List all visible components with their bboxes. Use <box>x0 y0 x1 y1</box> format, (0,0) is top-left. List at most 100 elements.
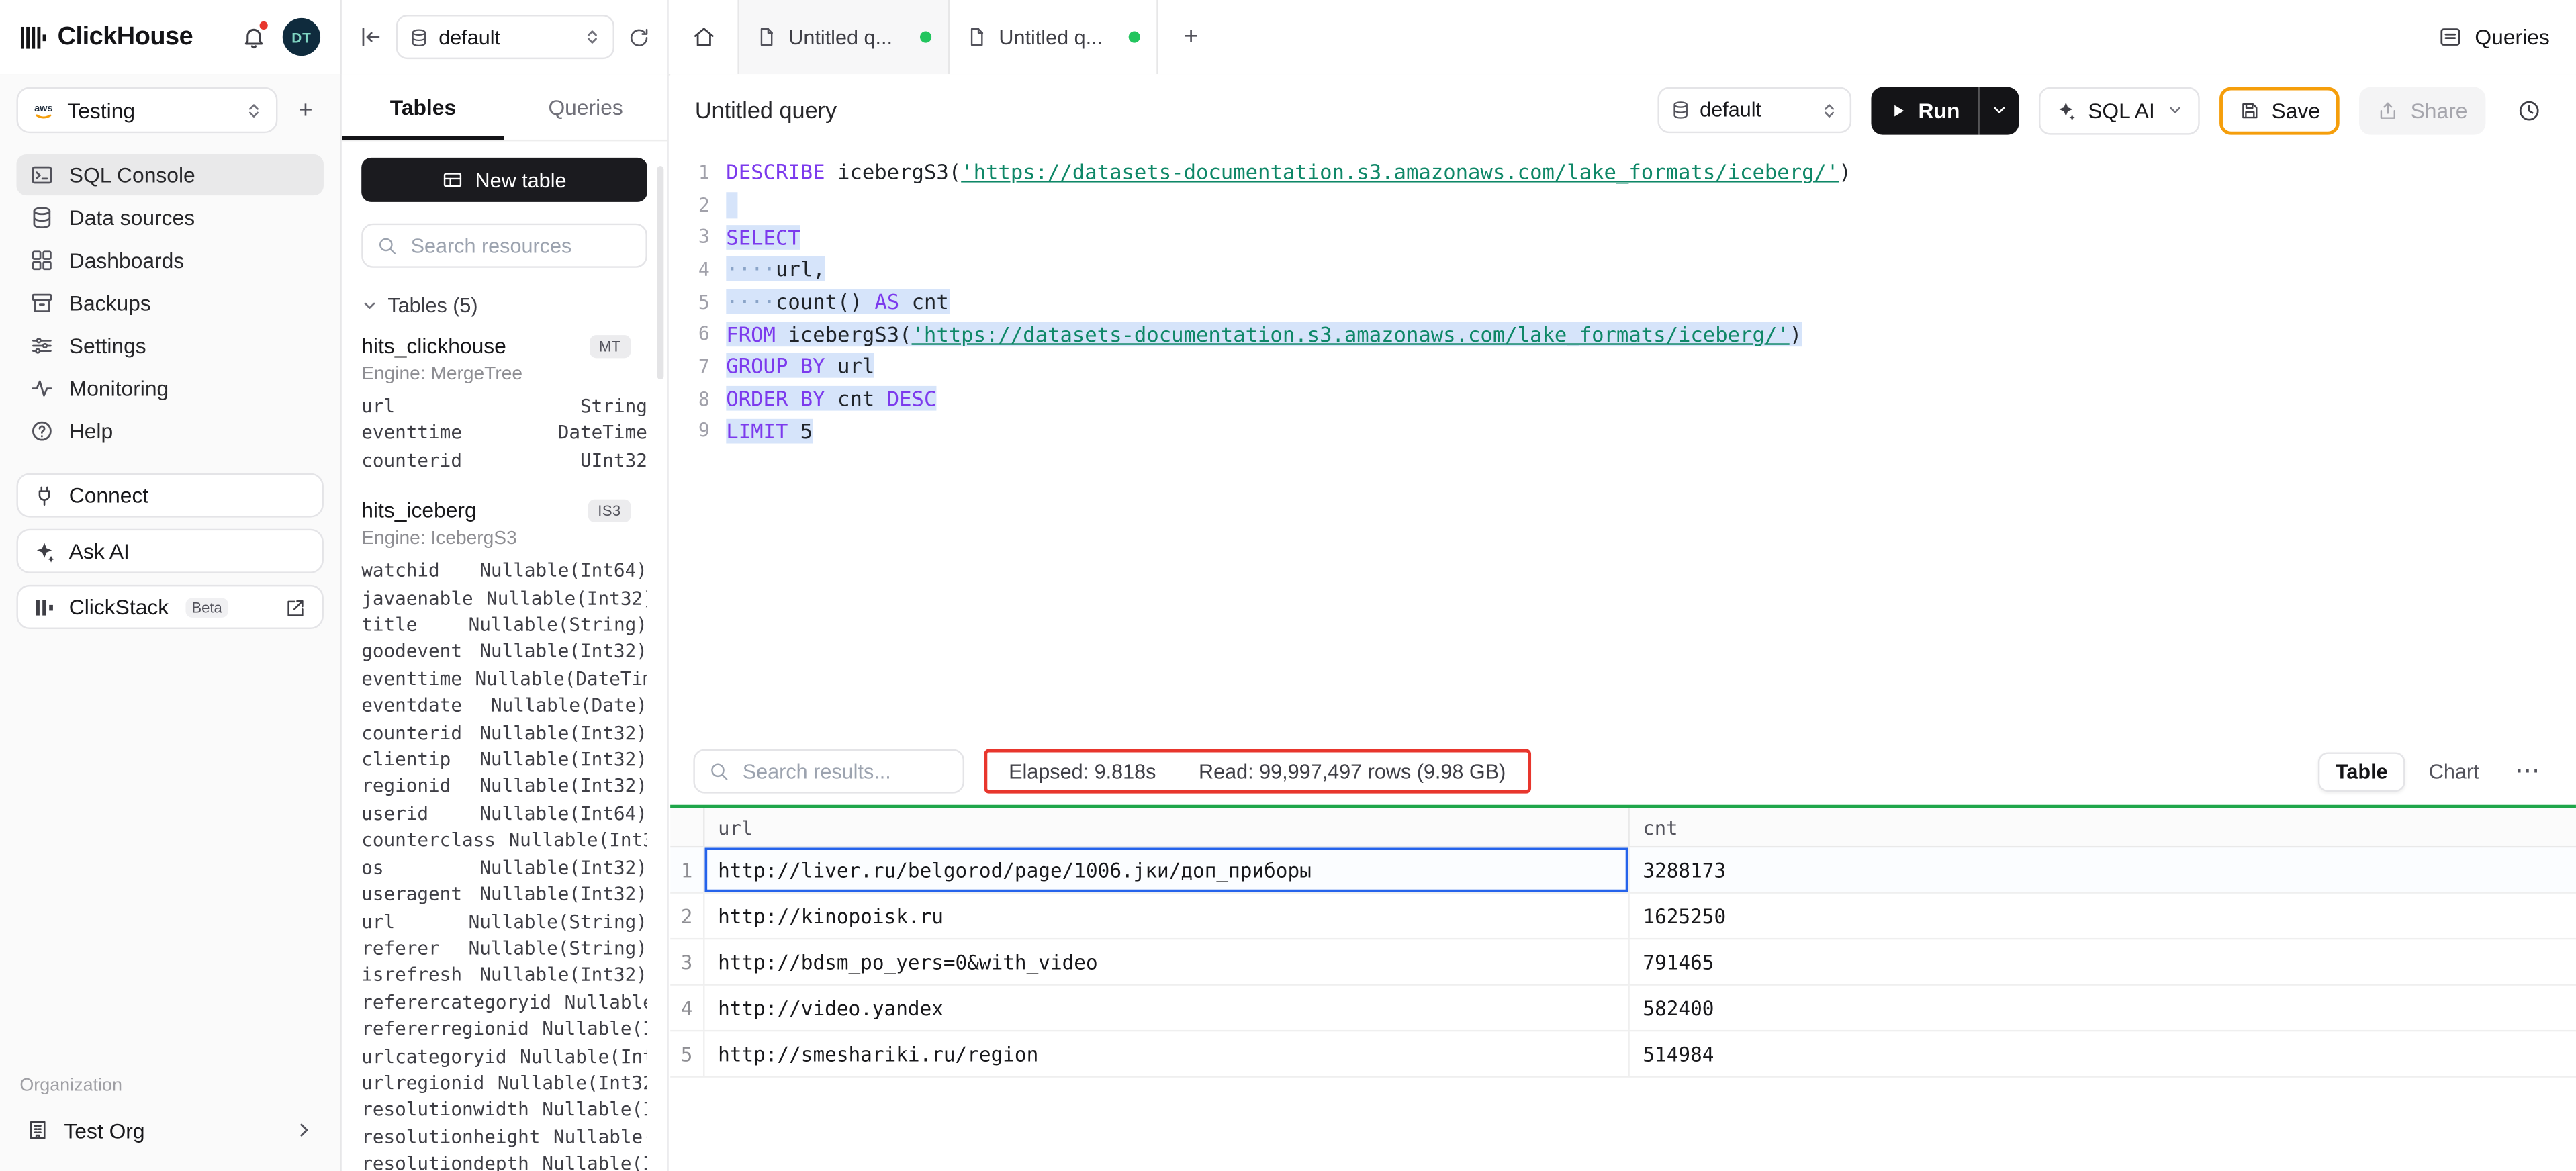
cell-url[interactable]: http://bdsm_po_yers=0&with_video <box>705 939 1630 984</box>
queries-icon <box>2439 25 2464 50</box>
code-token-kw: GROUP BY <box>726 354 825 379</box>
cell-cnt[interactable]: 514984 <box>1630 1031 2576 1076</box>
results-menu-button[interactable]: ⋯ <box>2502 759 2553 784</box>
refresh-icon[interactable] <box>628 26 651 48</box>
column-name: counterid <box>361 720 462 747</box>
results-search-input[interactable] <box>739 758 950 784</box>
query-tab-label: Untitled q... <box>999 26 1117 48</box>
cell-url[interactable]: http://liver.ru/belgorod/page/1006.jки/д… <box>705 847 1630 892</box>
table-row[interactable]: 3http://bdsm_po_yers=0&with_video791465 <box>670 939 2576 985</box>
column-row: resolutionheightNullable(In <box>361 1125 647 1152</box>
organization-item[interactable]: Test Org <box>16 1105 323 1154</box>
row-index: 3 <box>670 939 704 984</box>
column-name: goodevent <box>361 640 462 667</box>
query-tab-1[interactable]: Untitled q... <box>737 0 948 74</box>
code-line: 5····count() AS cnt <box>670 285 2576 318</box>
service-selector[interactable]: aws Testing <box>16 87 277 133</box>
nav-item-monitoring[interactable]: Monitoring <box>16 368 323 409</box>
database-selector[interactable]: default <box>396 15 614 59</box>
share-button[interactable]: Share <box>2360 86 2486 134</box>
resources-scrollbar[interactable] <box>657 166 664 379</box>
new-tab-button[interactable]: + <box>1158 0 1224 74</box>
query-history-button[interactable] <box>2505 87 2551 133</box>
cell-cnt[interactable]: 1625250 <box>1630 894 2576 938</box>
home-button[interactable] <box>669 0 738 74</box>
nav-item-label: Help <box>69 419 113 444</box>
collapse-sidebar-icon[interactable] <box>358 25 383 50</box>
resources-search <box>361 224 647 268</box>
query-tabs: Untitled q... Untitled q... <box>737 0 1158 74</box>
nav-item-settings[interactable]: Settings <box>16 325 323 366</box>
query-title[interactable]: Untitled query <box>695 97 837 123</box>
row-index: 2 <box>670 894 704 938</box>
table-name-row[interactable]: hits_icebergIS3 <box>361 498 647 523</box>
line-number: 8 <box>670 387 726 410</box>
doc-icon <box>966 26 987 48</box>
save-button[interactable]: Save <box>2219 86 2340 134</box>
query-tab-2[interactable]: Untitled q... <box>948 0 1158 74</box>
new-table-button[interactable]: New table <box>361 158 647 202</box>
column-row: isrefreshNullable(Int32) <box>361 963 647 990</box>
notifications-button[interactable] <box>242 25 267 50</box>
column-type: Nullable(Int32) <box>486 586 647 612</box>
run-options-button[interactable] <box>1978 86 2019 134</box>
tab-tables[interactable]: Tables <box>342 74 504 140</box>
clickstack-button[interactable]: ClickStackBeta <box>16 585 323 629</box>
view-table-button[interactable]: Table <box>2317 751 2405 791</box>
avatar[interactable]: DT <box>283 18 320 56</box>
column-row: counteridNullable(Int32) <box>361 720 647 747</box>
code-token-id: icebergS3 <box>776 322 899 346</box>
table-row[interactable]: 2http://kinopoisk.ru1625250 <box>670 894 2576 939</box>
column-type: Nullable(DateTime6 <box>475 667 647 694</box>
line-number: 4 <box>670 258 726 281</box>
tables-group-header[interactable]: Tables (5) <box>361 294 647 317</box>
row-index: 1 <box>670 847 704 892</box>
table-row[interactable]: 4http://video.yandex582400 <box>670 986 2576 1031</box>
cell-url[interactable]: http://video.yandex <box>705 986 1630 1030</box>
queries-button[interactable]: Queries <box>2412 0 2575 74</box>
monitoring-icon <box>30 376 54 401</box>
column-name: os <box>361 855 383 882</box>
cell-cnt[interactable]: 3288173 <box>1630 847 2576 892</box>
tab-queries[interactable]: Queries <box>504 74 667 140</box>
view-chart-button[interactable]: Chart <box>2412 753 2495 790</box>
sql-editor[interactable]: 1DESCRIBE icebergS3('https://datasets-do… <box>670 156 2576 447</box>
column-type: Nullable(Int32) <box>508 829 647 855</box>
column-header-url[interactable]: url <box>705 808 1630 846</box>
top-bar: ClickHouse DT default Unti <box>0 0 2576 76</box>
cell-cnt[interactable]: 791465 <box>1630 939 2576 984</box>
connect-button[interactable]: Connect <box>16 473 323 518</box>
sql-ai-button[interactable]: SQL AI <box>2039 86 2199 134</box>
table-name-row[interactable]: hits_clickhouseMT <box>361 334 647 359</box>
tab-status-dot <box>1129 31 1140 42</box>
cell-url[interactable]: http://kinopoisk.ru <box>705 894 1630 938</box>
code-line: 4····url, <box>670 253 2576 285</box>
results-panel: Elapsed: 9.818s Read: 99,997,497 rows (9… <box>670 737 2576 1171</box>
cell-url[interactable]: http://smeshariki.ru/region <box>705 1031 1630 1076</box>
editor-database-selector[interactable]: default <box>1657 87 1851 133</box>
table-row[interactable]: 1http://liver.ru/belgorod/page/1006.jки/… <box>670 847 2576 893</box>
column-row: osNullable(Int32) <box>361 855 647 882</box>
ask-ai-button[interactable]: Ask AI <box>16 529 323 573</box>
code-token-str: 'https://datasets-documentation.s3.amazo… <box>961 160 1839 185</box>
nav-item-backups[interactable]: Backups <box>16 283 323 324</box>
column-header-cnt[interactable]: cnt <box>1630 808 2576 846</box>
column-type: UInt32 <box>580 448 647 475</box>
cell-cnt[interactable]: 582400 <box>1630 986 2576 1030</box>
column-row: urlcategoryidNullable(Int32 <box>361 1044 647 1071</box>
column-name: counterid <box>361 448 462 475</box>
line-number: 5 <box>670 290 726 313</box>
row-index: 5 <box>670 1031 704 1076</box>
brand[interactable]: ClickHouse <box>19 22 193 52</box>
table-row[interactable]: 5http://smeshariki.ru/region514984 <box>670 1031 2576 1077</box>
results-search <box>693 749 964 794</box>
nav-item-dashboards[interactable]: Dashboards <box>16 240 323 281</box>
nav-item-data-sources[interactable]: Data sources <box>16 197 323 238</box>
resources-search-input[interactable] <box>408 232 633 259</box>
run-button[interactable]: Run <box>1871 86 1978 134</box>
nav-item-help[interactable]: Help <box>16 411 323 452</box>
nav-item-sql-console[interactable]: SQL Console <box>16 154 323 195</box>
add-service-button[interactable]: + <box>287 92 324 128</box>
play-icon <box>1889 101 1907 119</box>
column-header-index[interactable] <box>670 808 704 846</box>
